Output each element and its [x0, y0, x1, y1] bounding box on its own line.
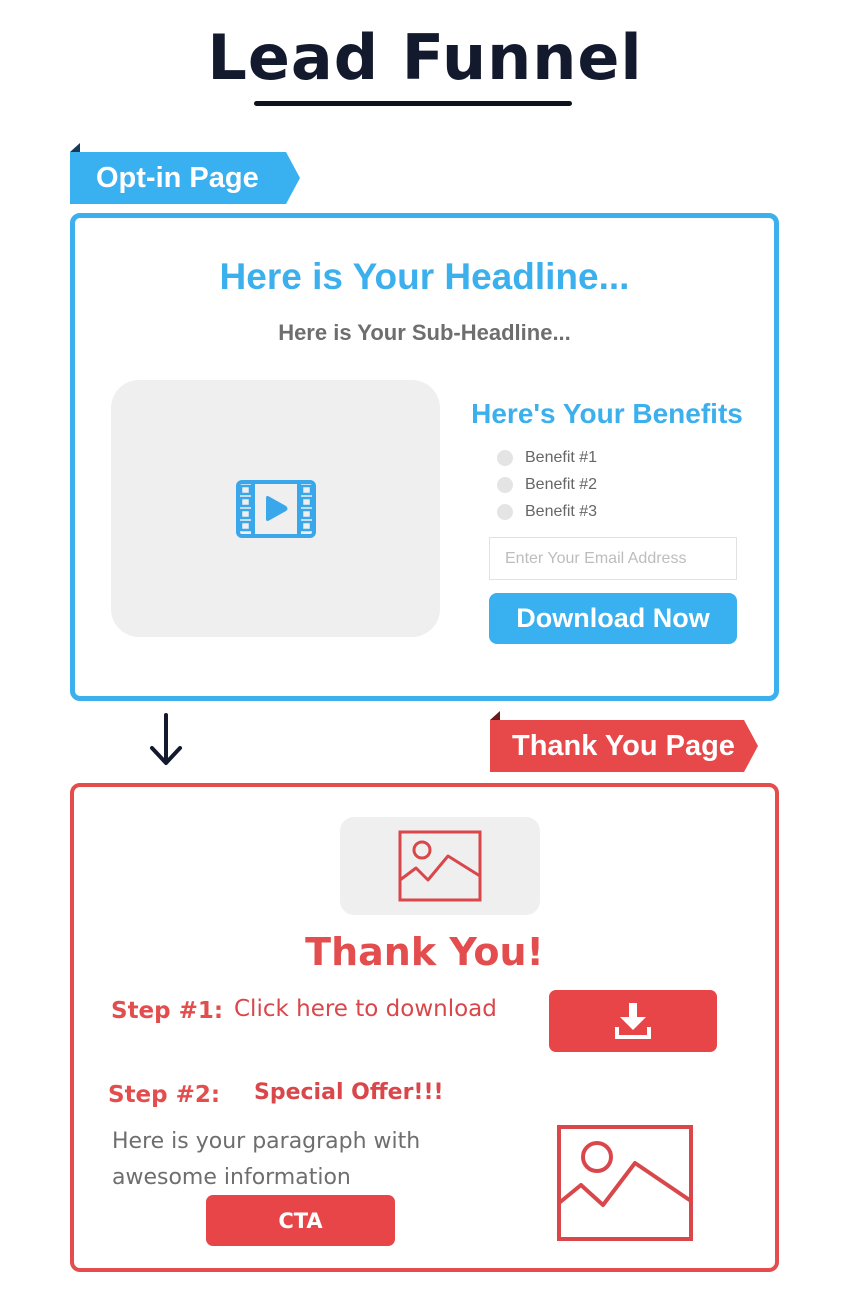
benefit-label: Benefit #2 — [525, 476, 598, 493]
optin-page-tag-label: Opt-in Page — [96, 161, 259, 194]
video-play-icon — [235, 479, 316, 538]
optin-headline: Here is Your Headline... — [219, 256, 630, 297]
step1-text[interactable]: Click here to download — [234, 996, 497, 1022]
download-now-button[interactable]: Download Now — [489, 593, 737, 644]
benefit-label: Benefit #1 — [525, 449, 598, 466]
tag-fold — [490, 711, 500, 720]
benefits-title: Here's Your Benefits — [471, 398, 743, 429]
bullet-icon — [497, 504, 513, 520]
thankyou-title: Thank You! — [305, 930, 544, 974]
download-icon — [615, 1003, 651, 1039]
arrow-down-icon — [150, 713, 182, 765]
benefit-item: Benefit #1 — [497, 446, 597, 470]
download-button[interactable] — [549, 990, 717, 1052]
optin-subheadline: Here is Your Sub-Headline... — [278, 320, 571, 345]
email-input[interactable] — [489, 537, 737, 580]
step1-label: Step #1: — [111, 998, 224, 1024]
benefit-item: Benefit #3 — [497, 500, 597, 524]
thankyou-page-tag-label: Thank You Page — [512, 729, 735, 762]
special-offer-heading: Special Offer!!! — [254, 1080, 444, 1105]
offer-paragraph: Here is your paragraph with awesome info… — [112, 1129, 421, 1190]
page-title: Lead Funnel — [207, 21, 643, 94]
image-icon — [557, 1125, 693, 1241]
bullet-icon — [497, 450, 513, 466]
title-underline — [254, 101, 572, 106]
benefit-item: Benefit #2 — [497, 473, 597, 497]
image-placeholder — [340, 817, 540, 915]
tag-fold — [70, 143, 80, 152]
optin-page-tag: Opt-in Page — [70, 152, 300, 204]
cta-button[interactable]: CTA — [206, 1195, 395, 1246]
thankyou-page-tag: Thank You Page — [490, 720, 758, 772]
step2-label: Step #2: — [108, 1082, 221, 1108]
bullet-icon — [497, 477, 513, 493]
image-icon — [398, 830, 482, 902]
video-placeholder[interactable] — [111, 380, 440, 637]
benefit-label: Benefit #3 — [525, 503, 598, 520]
